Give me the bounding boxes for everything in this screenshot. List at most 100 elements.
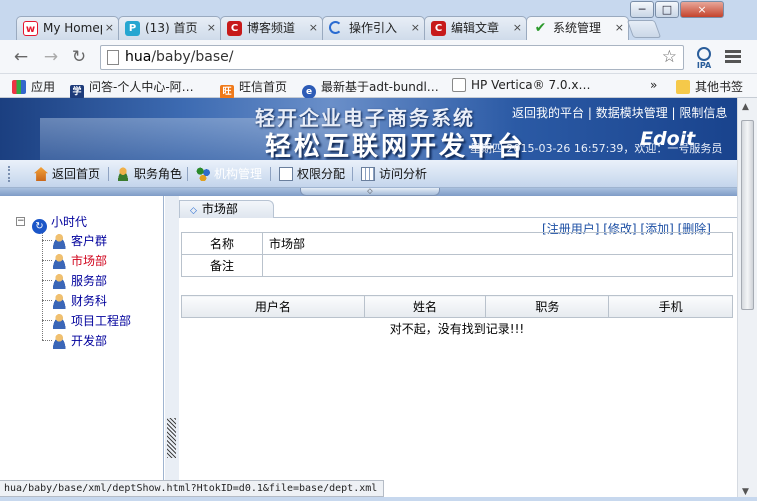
restriction-info-link[interactable]: 限制信息 — [679, 106, 727, 120]
tab-title: My Homep — [43, 21, 102, 35]
csdn-icon: C — [431, 21, 446, 36]
tab-close-icon[interactable]: × — [105, 17, 114, 39]
collapse-handle[interactable]: ◇ — [300, 188, 440, 196]
bookmark-item[interactable]: 学问答-个人中心-阿… — [70, 78, 194, 99]
scrollbar-thumb[interactable] — [741, 120, 754, 310]
bookmark-item[interactable]: HP Vertica® 7.0.x… — [452, 78, 590, 92]
user-group-icon — [52, 313, 68, 329]
dept-detail-panel: ◇ 市场部 [注册用户] [修改] [添加] [删除] 名称 市场部 备注 用户名… — [179, 196, 737, 480]
page-icon — [452, 78, 466, 92]
tab-title: 编辑文章 — [451, 21, 500, 35]
bookmark-item[interactable]: e 最新基于adt-bundl… — [302, 78, 439, 99]
bookmark-item[interactable]: 旺旺信首页 — [220, 78, 287, 99]
menu-separator — [187, 167, 188, 181]
new-tab-button[interactable] — [626, 20, 662, 38]
scroll-up-icon[interactable]: ▲ — [742, 102, 749, 112]
csdn-icon: C — [227, 21, 242, 36]
browser-tab[interactable]: 操作引入 × — [322, 16, 425, 40]
data-module-link[interactable]: 数据模块管理 — [596, 106, 668, 120]
tab-title: 操作引入 — [349, 21, 398, 35]
browser-tab-strip: ─ □ × w My Homep × P (13) 首页 × C 博客频道 × … — [0, 0, 757, 40]
tab-close-icon[interactable]: × — [309, 17, 318, 39]
apps-icon — [12, 80, 26, 94]
status-bar-url: hua/baby/base/xml/deptShow.html?HtokID=d… — [0, 480, 384, 497]
menu-roles[interactable]: 职务角色 — [116, 165, 182, 182]
column-header-name[interactable]: 姓名 — [363, 295, 487, 318]
menu-permissions[interactable]: 权限分配 — [279, 165, 345, 182]
name-label: 名称 — [181, 232, 263, 255]
dictionary-icon: 学 — [70, 85, 84, 99]
tab-close-icon[interactable]: × — [513, 17, 522, 39]
horizontal-splitter[interactable]: ◇ — [0, 188, 737, 196]
splitter-grip[interactable] — [167, 418, 176, 458]
tree-guide — [42, 260, 52, 261]
browser-icon: e — [302, 85, 316, 99]
dept-info-table: 名称 市场部 备注 — [181, 232, 733, 277]
back-arrow-icon[interactable]: ← — [10, 46, 32, 68]
vertical-splitter[interactable] — [165, 196, 179, 480]
maximize-button[interactable]: □ — [655, 1, 679, 18]
user-group-icon — [52, 253, 68, 269]
tree-guide — [42, 340, 52, 341]
bookmarks-overflow-button[interactable]: » — [650, 78, 657, 92]
column-header-position[interactable]: 职务 — [485, 295, 610, 318]
clock-welcome-text: 星期四 2015-03-26 16:57:39，欢迎：一号服务员 — [470, 142, 723, 155]
menu-separator — [108, 167, 109, 181]
empty-message: 对不起，没有找到记录!!! — [389, 322, 525, 337]
scroll-down-icon[interactable]: ▼ — [742, 487, 749, 497]
other-bookmarks[interactable]: 其他书签 — [676, 78, 743, 95]
diamond-icon: ◇ — [190, 206, 197, 216]
browser-tab[interactable]: P (13) 首页 × — [118, 16, 221, 40]
browser-tab-active[interactable]: ✔ 系统管理 × — [526, 16, 629, 40]
browser-tab[interactable]: C 编辑文章 × — [424, 16, 527, 40]
star-icon[interactable]: ☆ — [662, 47, 677, 67]
tree-node[interactable]: 服务部 — [52, 272, 107, 289]
tree-node[interactable]: 项目工程部 — [52, 312, 131, 329]
browser-toolbar: ← → ↻ hua/baby/base/ ☆ IPA — [0, 40, 757, 74]
tree-guide — [42, 240, 52, 241]
bookmark-apps[interactable]: 应用 — [12, 78, 55, 95]
main-menu-bar: 返回首页 职务角色 机构管理 权限分配 访问分析 — [0, 160, 737, 188]
menu-icon[interactable] — [725, 50, 741, 64]
tree-node[interactable]: 财务科 — [52, 292, 107, 309]
close-window-button[interactable]: × — [680, 1, 724, 18]
remark-label: 备注 — [181, 254, 263, 277]
tab-close-icon[interactable]: × — [207, 17, 216, 39]
tab-close-icon[interactable]: × — [615, 17, 624, 39]
user-group-icon — [52, 333, 68, 349]
tree-node[interactable]: 客户群 — [52, 232, 107, 249]
tree-root[interactable]: ↻ 小时代 — [32, 213, 87, 234]
menu-analytics[interactable]: 访问分析 — [361, 165, 427, 182]
user-group-icon — [52, 293, 68, 309]
tree-node-selected[interactable]: 市场部 — [52, 252, 107, 269]
page-scrollbar[interactable]: ▲ ▼ — [737, 98, 757, 501]
browser-tab[interactable]: C 博客频道 × — [220, 16, 323, 40]
minimize-button[interactable]: ─ — [630, 1, 654, 18]
remark-value — [262, 254, 733, 277]
forward-arrow-icon[interactable]: → — [40, 46, 62, 68]
address-bar[interactable]: hua/baby/base/ ☆ — [100, 45, 684, 70]
name-value: 市场部 — [262, 232, 733, 255]
ipa-extension-icon[interactable]: IPA — [693, 47, 715, 71]
tab-title: 博客频道 — [247, 21, 296, 35]
web-page: 轻开企业电子商务系统 轻松互联网开发平台 Edoit 返回我的平台 | 数据模块… — [0, 98, 737, 480]
org-icon — [196, 167, 210, 181]
tree-collapse-toggle[interactable]: − — [16, 217, 25, 226]
menu-grip — [8, 166, 14, 182]
menu-separator — [270, 167, 271, 181]
menu-home[interactable]: 返回首页 — [34, 165, 100, 182]
weibo-icon: w — [23, 21, 38, 36]
menu-org[interactable]: 机构管理 — [196, 165, 262, 182]
reload-icon[interactable]: ↻ — [68, 46, 90, 68]
column-header-mobile[interactable]: 手机 — [608, 295, 733, 318]
column-header-username[interactable]: 用户名 — [181, 295, 365, 318]
refresh-circle-icon: ↻ — [32, 219, 47, 234]
check-icon: ✔ — [534, 20, 547, 36]
tree-node[interactable]: 开发部 — [52, 332, 107, 349]
browser-tab[interactable]: w My Homep × — [16, 16, 119, 40]
tab-close-icon[interactable]: × — [411, 17, 420, 39]
return-platform-link[interactable]: 返回我的平台 — [512, 106, 584, 120]
tab-title: (13) 首页 — [145, 21, 198, 35]
user-group-icon — [52, 233, 68, 249]
permission-icon — [279, 167, 293, 181]
